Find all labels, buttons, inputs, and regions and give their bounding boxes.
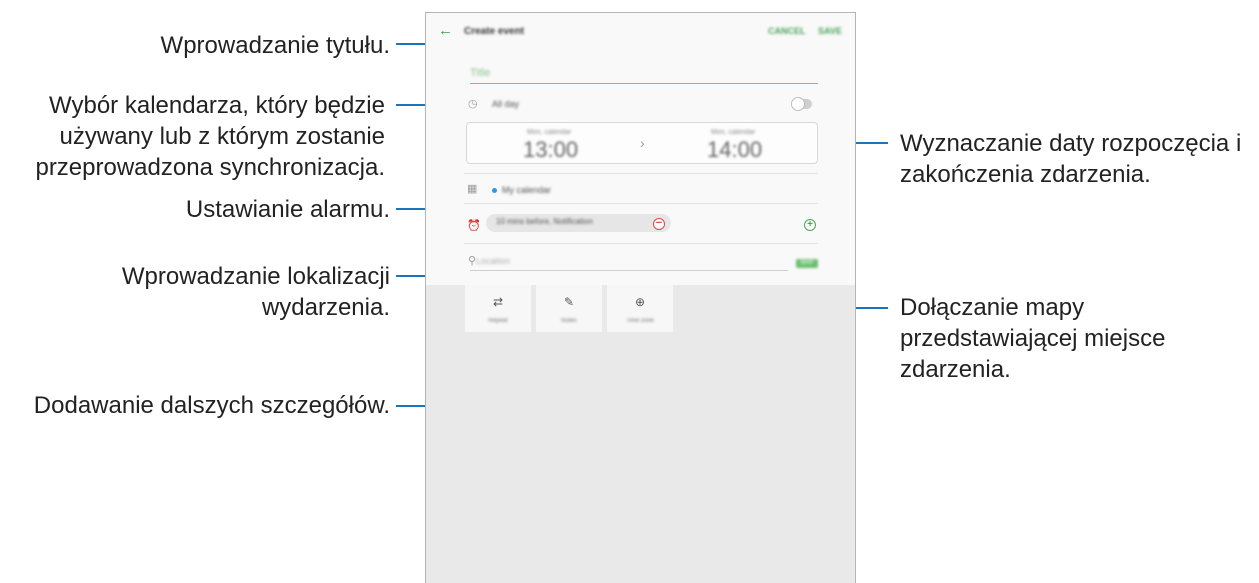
callout-title-text: Wprowadzanie tytułu. [160, 32, 390, 59]
callout-map-line3: zdarzenia. [900, 356, 1011, 383]
start-time[interactable]: 13:00 [523, 137, 578, 163]
remove-alarm-button[interactable]: − [653, 218, 665, 230]
notes-icon: ✎ [563, 295, 575, 309]
callout-calendar-line1: Wybór kalendarza, który będzie [49, 92, 385, 119]
callout-map-line1: Dołączanie mapy [900, 294, 1085, 321]
app-bar: ← Create event CANCEL SAVE [426, 13, 855, 55]
divider [464, 203, 818, 204]
toggle-knob [791, 97, 805, 111]
all-day-label: All day [492, 99, 520, 109]
callout-location-line1: Wprowadzanie lokalizacji [121, 263, 390, 290]
add-alarm-button[interactable]: + [804, 219, 816, 231]
tile-repeat[interactable]: ⇄ Repeat [465, 285, 531, 332]
device-screen: ← Create event CANCEL SAVE Title ◷ All d… [425, 12, 856, 583]
callout-alarm-text: Ustawianie alarmu. [185, 196, 390, 223]
time-zone-icon: ⊕ [634, 295, 646, 309]
callout-title: Wprowadzanie tytułu. [60, 30, 390, 61]
callout-calendar-line3: przeprowadzona synchronizacja. [35, 154, 385, 181]
callout-dates-line1: Wyznaczanie daty rozpoczęcia i [900, 130, 1242, 157]
map-button[interactable]: MAP [796, 259, 818, 268]
callout-dates: Wyznaczanie daty rozpoczęcia i zakończen… [900, 128, 1259, 190]
callout-location: Wprowadzanie lokalizacji wydarzenia. [60, 261, 390, 323]
tile-time-zone-label: Time zone [626, 318, 654, 324]
callout-alarm: Ustawianie alarmu. [60, 194, 390, 225]
chevron-right-icon: › [640, 135, 645, 151]
callout-location-line2: wydarzenia. [261, 294, 390, 321]
cancel-button[interactable]: CANCEL [768, 26, 806, 36]
start-date: Mon, calendar [527, 129, 572, 136]
end-time[interactable]: 14:00 [707, 137, 762, 163]
callout-details-text: Dodawanie dalszych szczegółów. [33, 392, 390, 419]
location-pin-icon: ⚲ [468, 255, 477, 267]
calendar-color-dot [492, 188, 497, 193]
repeat-icon: ⇄ [492, 295, 504, 309]
save-button[interactable]: SAVE [818, 26, 842, 36]
divider [464, 243, 818, 244]
tile-time-zone[interactable]: ⊕ Time zone [607, 285, 673, 332]
callout-details: Dodawanie dalszych szczegółów. [0, 390, 390, 421]
alarm-value: 10 mins before, Notification [496, 217, 593, 226]
callout-map: Dołączanie mapy przedstawiającej miejsce… [900, 292, 1250, 385]
all-day-toggle[interactable] [791, 97, 812, 111]
callout-map-line2: przedstawiającej miejsce [900, 325, 1166, 352]
calendar-name[interactable]: My calendar [502, 185, 551, 195]
tile-notes[interactable]: ✎ Notes [536, 285, 602, 332]
clock-icon: ◷ [468, 98, 478, 110]
date-range-box[interactable]: Mon, calendar 13:00 › Mon, calendar 14:0… [466, 122, 818, 164]
title-input[interactable]: Title [470, 67, 818, 81]
tile-repeat-label: Repeat [488, 318, 508, 324]
alarm-chip[interactable]: 10 mins before, Notification [486, 214, 671, 232]
callout-calendar-line2: używany lub z którym zostanie [59, 123, 385, 150]
location-underline [470, 270, 788, 271]
event-form-panel: ← Create event CANCEL SAVE Title ◷ All d… [426, 13, 855, 285]
end-date: Mon, calendar [711, 129, 756, 136]
alarm-clock-icon: ⏰ [467, 220, 481, 232]
title-input-underline [470, 83, 818, 84]
callout-calendar: Wybór kalendarza, który będzie używany l… [0, 90, 385, 183]
divider [464, 173, 818, 174]
tile-notes-label: Notes [561, 318, 577, 324]
callout-dates-line2: zakończenia zdarzenia. [900, 161, 1151, 188]
calendar-icon: ▦ [467, 183, 478, 195]
location-input[interactable]: Location [476, 256, 510, 266]
arrow-left-icon[interactable]: ← [438, 23, 453, 39]
app-bar-title: Create event [464, 26, 525, 37]
